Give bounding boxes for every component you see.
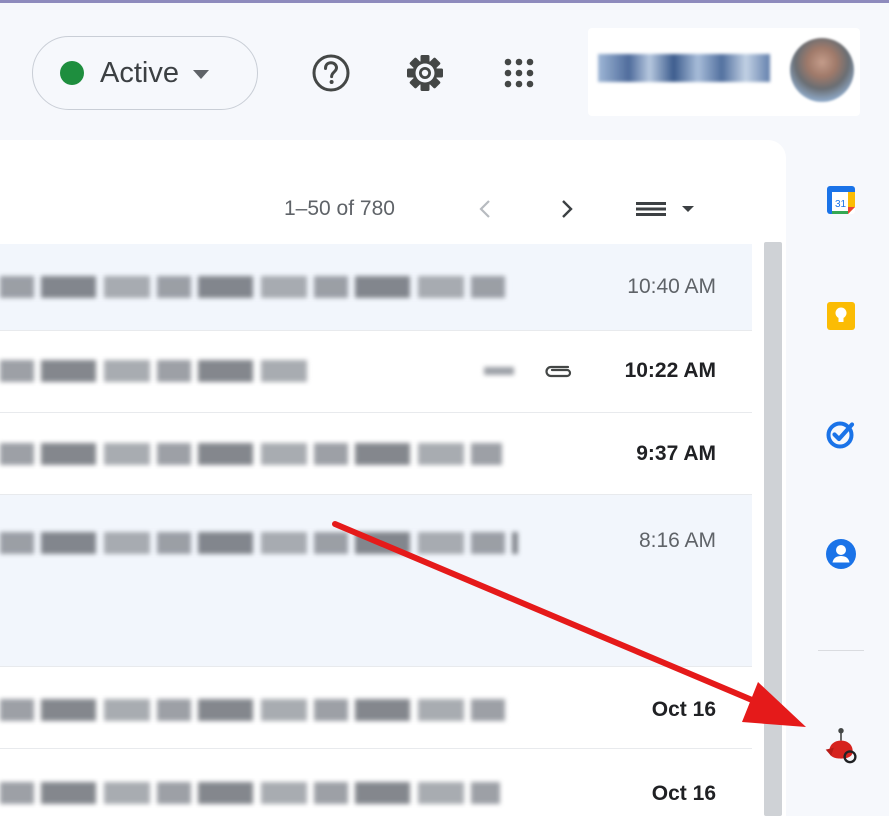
avatar[interactable] bbox=[790, 38, 854, 102]
settings-button[interactable] bbox=[402, 50, 448, 96]
email-subject-blurred bbox=[0, 276, 512, 298]
apps-grid-icon bbox=[504, 58, 534, 88]
caret-down-icon bbox=[682, 206, 694, 212]
email-time: 10:22 AM bbox=[624, 359, 716, 382]
email-subject-blurred bbox=[0, 532, 518, 554]
email-row[interactable]: Oct 16 bbox=[0, 667, 752, 749]
newer-page-button[interactable] bbox=[470, 194, 500, 224]
side-panel-divider bbox=[818, 650, 864, 651]
account-logo-blurred bbox=[598, 54, 770, 82]
email-time: Oct 16 bbox=[651, 782, 716, 805]
density-toggle[interactable] bbox=[636, 194, 706, 224]
help-button[interactable] bbox=[308, 50, 354, 96]
page-range: 1–50 of 780 bbox=[284, 197, 395, 220]
email-time: 9:37 AM bbox=[636, 442, 716, 465]
pagination-bar: 1–50 of 780 bbox=[0, 194, 786, 224]
tasks-icon bbox=[826, 421, 855, 449]
status-dropdown[interactable]: Active bbox=[32, 36, 258, 110]
attachment-icon bbox=[540, 357, 576, 385]
calendar-button[interactable]: 31 bbox=[823, 182, 859, 218]
account-switcher[interactable] bbox=[588, 28, 860, 116]
email-time: 8:16 AM bbox=[638, 529, 716, 552]
email-row[interactable]: 9:37 AM bbox=[0, 413, 752, 495]
calendar-date: 31 bbox=[835, 199, 847, 210]
status-dot bbox=[60, 61, 84, 85]
email-row[interactable]: Oct 16 bbox=[0, 749, 752, 816]
keep-icon bbox=[827, 302, 855, 330]
contacts-icon bbox=[826, 539, 856, 569]
window-top-border bbox=[0, 0, 889, 3]
contacts-button[interactable] bbox=[823, 536, 859, 572]
addon-button[interactable] bbox=[823, 722, 859, 770]
email-subject-blurred bbox=[0, 699, 508, 721]
email-time: Oct 16 bbox=[651, 698, 716, 721]
calendar-icon: 31 bbox=[827, 186, 855, 214]
help-circle-icon bbox=[312, 54, 350, 92]
gear-icon bbox=[407, 55, 443, 91]
keep-button[interactable] bbox=[823, 298, 859, 334]
list-lines-icon bbox=[636, 202, 666, 216]
caret-down-icon bbox=[192, 69, 209, 79]
tasks-button[interactable] bbox=[823, 416, 859, 452]
apps-button[interactable] bbox=[496, 50, 542, 96]
email-snippet-blurred bbox=[484, 367, 514, 375]
email-subject-blurred bbox=[0, 782, 500, 804]
older-page-button[interactable] bbox=[552, 194, 582, 224]
scrollbar-thumb[interactable] bbox=[764, 242, 782, 816]
chevron-right-icon bbox=[562, 200, 573, 218]
status-label: Active bbox=[100, 56, 179, 89]
email-row[interactable]: 8:16 AM bbox=[0, 495, 752, 667]
email-row[interactable]: 10:40 AM bbox=[0, 244, 752, 331]
email-subject-blurred bbox=[0, 360, 312, 382]
email-time: 10:40 AM bbox=[627, 275, 716, 298]
addon-icon bbox=[825, 728, 857, 764]
email-row[interactable]: 10:22 AM bbox=[0, 331, 752, 413]
email-subject-blurred bbox=[0, 443, 502, 465]
chevron-left-icon bbox=[479, 200, 490, 218]
